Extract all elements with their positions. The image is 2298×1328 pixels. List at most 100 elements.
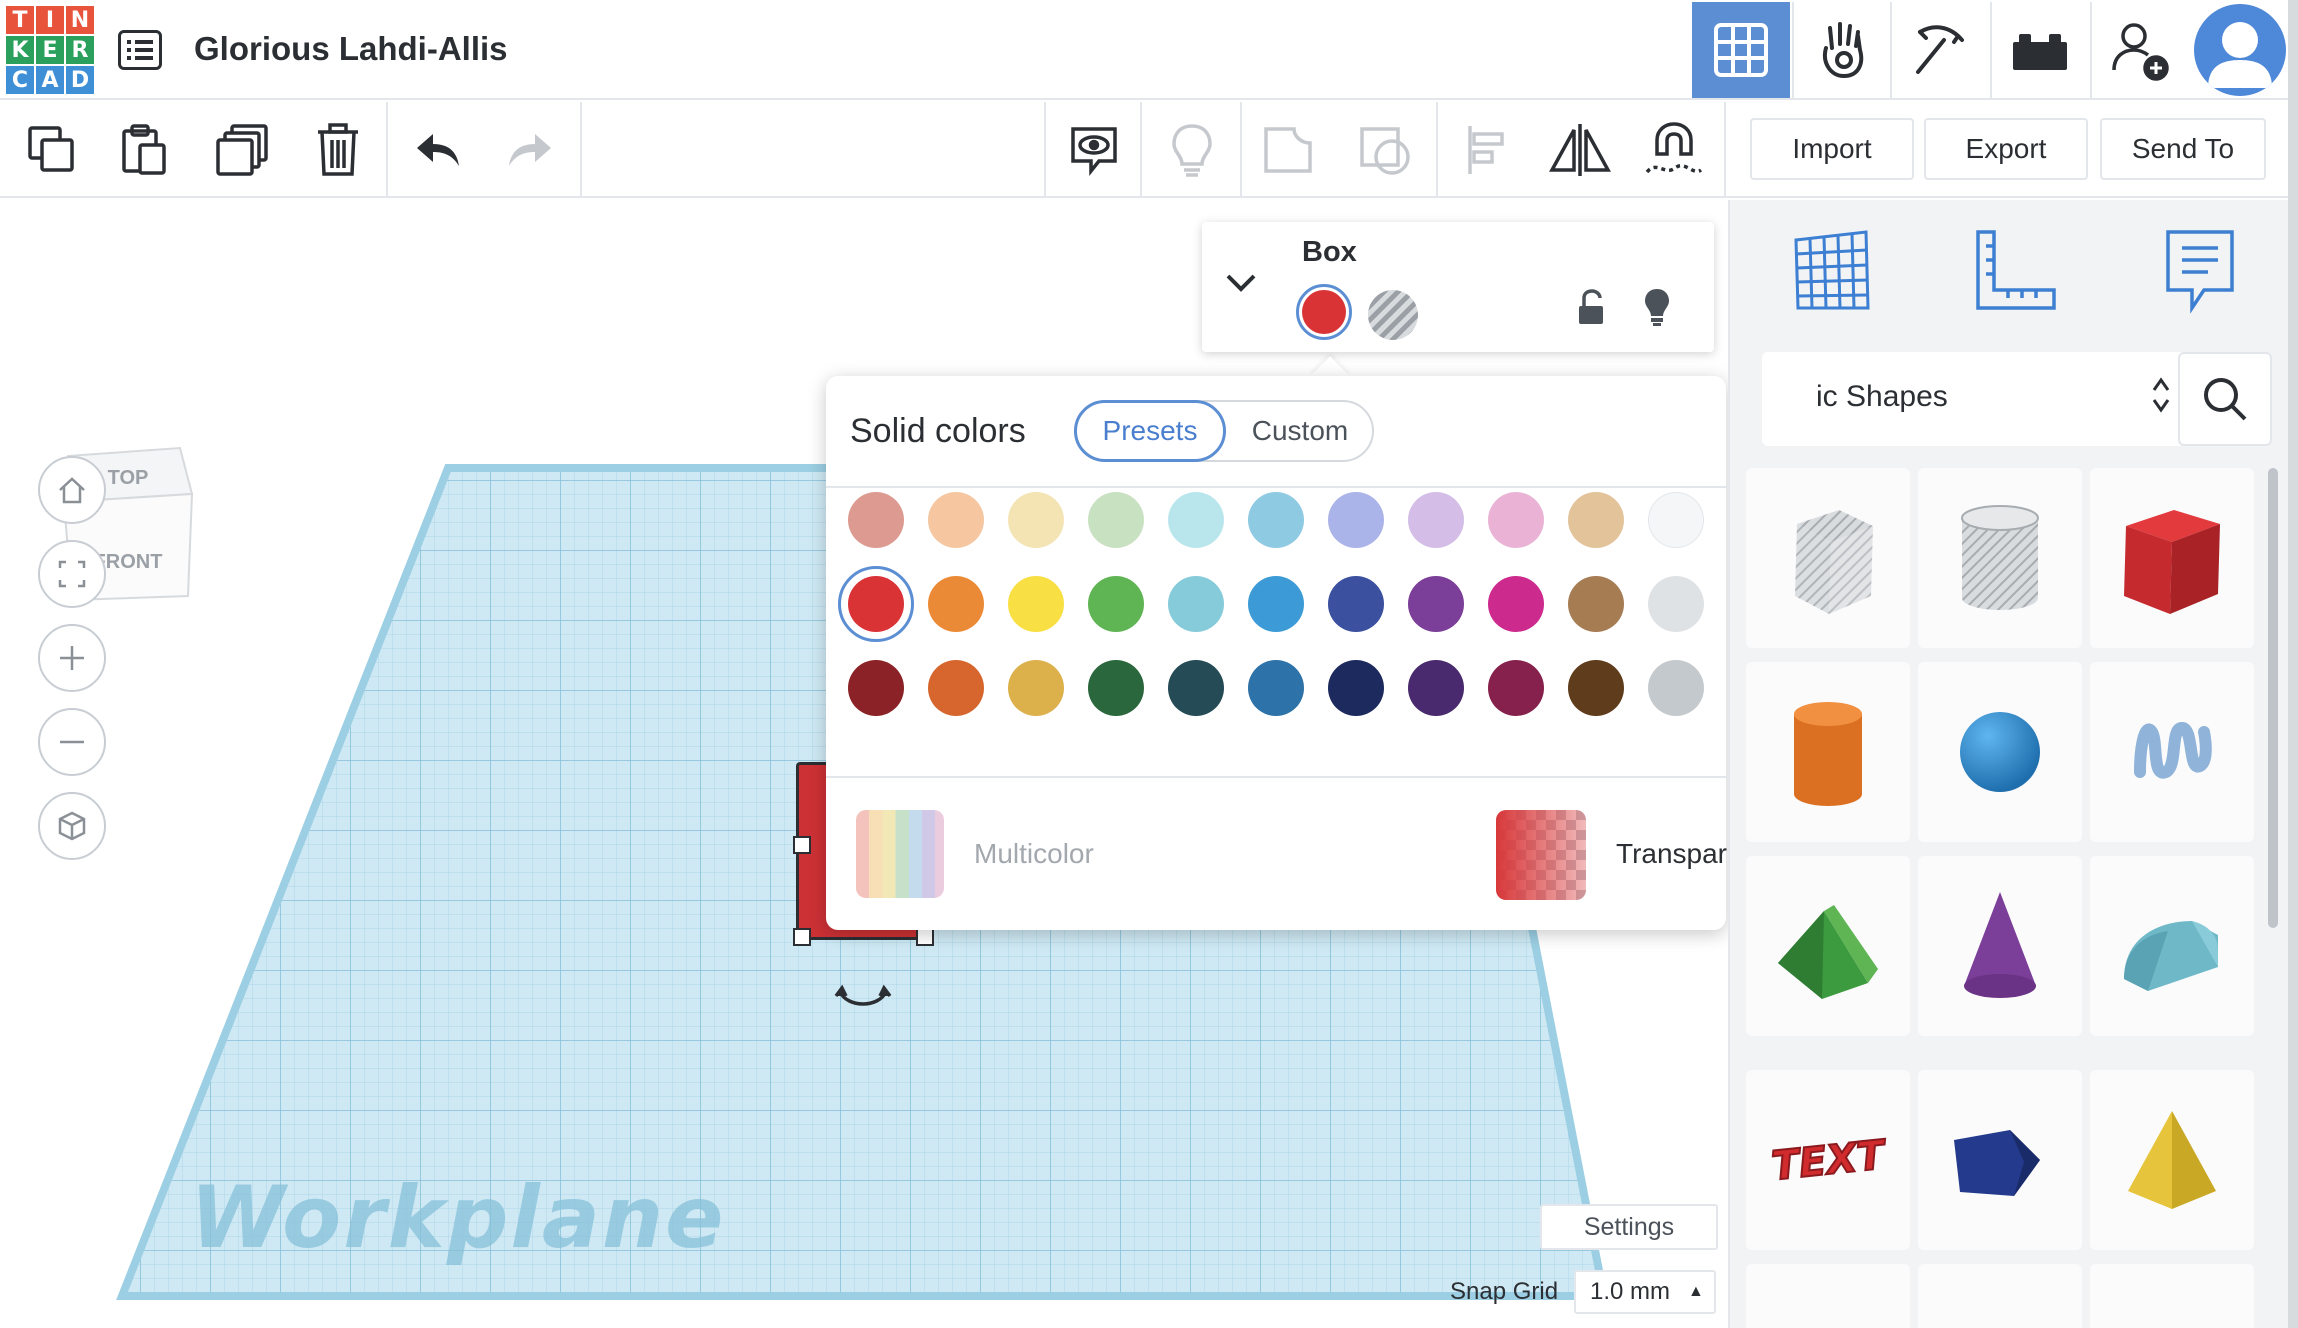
- transparent-swatch[interactable]: [1496, 810, 1586, 900]
- color-swatch[interactable]: [1568, 576, 1624, 632]
- cone-shape[interactable]: [1918, 856, 2082, 1036]
- color-swatch[interactable]: [848, 660, 904, 716]
- popup-divider: [826, 776, 1726, 778]
- color-swatch[interactable]: [1088, 576, 1144, 632]
- color-swatch[interactable]: [848, 576, 904, 632]
- visibility-bulb-icon[interactable]: [1642, 286, 1672, 328]
- color-swatch[interactable]: [1328, 492, 1384, 548]
- hole-button[interactable]: [1368, 290, 1418, 340]
- notes-icon[interactable]: [1048, 102, 1140, 198]
- duplicate-icon[interactable]: [196, 102, 288, 198]
- color-swatch[interactable]: [1648, 660, 1704, 716]
- solid-color-button[interactable]: [1296, 284, 1352, 340]
- resize-handle[interactable]: [916, 928, 934, 946]
- sphere-shape[interactable]: [1918, 662, 2082, 842]
- roof-shape[interactable]: [1746, 856, 1910, 1036]
- toolbar-divider: [1724, 102, 1726, 198]
- home-view-icon[interactable]: [38, 456, 106, 524]
- scribble-shape[interactable]: [2090, 662, 2254, 842]
- color-swatch[interactable]: [1008, 576, 1064, 632]
- cylinder-hole-shape[interactable]: [1918, 468, 2082, 648]
- panel-scrollbar[interactable]: [2268, 468, 2278, 928]
- paste-icon[interactable]: [98, 102, 190, 198]
- shape-tile[interactable]: [1918, 1264, 2082, 1328]
- circuits-hand-icon[interactable]: [1792, 2, 1890, 98]
- user-avatar[interactable]: [2194, 4, 2286, 96]
- shape-tile[interactable]: [1746, 1264, 1910, 1328]
- box-hole-shape[interactable]: [1746, 468, 1910, 648]
- color-swatch[interactable]: [1488, 660, 1544, 716]
- color-swatch[interactable]: [1408, 492, 1464, 548]
- color-swatch[interactable]: [848, 492, 904, 548]
- color-swatch[interactable]: [928, 660, 984, 716]
- snap-grid-value: 1.0 mm: [1590, 1278, 1671, 1305]
- collapse-chevron-icon[interactable]: [1224, 272, 1258, 294]
- cylinder-shape[interactable]: [1746, 662, 1910, 842]
- color-swatch[interactable]: [1248, 576, 1304, 632]
- color-swatch[interactable]: [1568, 660, 1624, 716]
- undo-icon[interactable]: [392, 102, 484, 198]
- polygon-shape[interactable]: [1918, 1070, 2082, 1250]
- lock-icon[interactable]: [1576, 288, 1606, 328]
- design-title[interactable]: Glorious Lahdi-Allis: [194, 30, 508, 68]
- resize-handle[interactable]: [793, 836, 811, 854]
- color-swatch[interactable]: [1008, 492, 1064, 548]
- round-roof-shape[interactable]: [2090, 856, 2254, 1036]
- color-swatch[interactable]: [1248, 660, 1304, 716]
- color-swatch[interactable]: [1328, 660, 1384, 716]
- add-user-icon[interactable]: [2090, 2, 2188, 98]
- redo-icon[interactable]: [484, 102, 576, 198]
- send-to-button[interactable]: Send To: [2100, 118, 2266, 180]
- color-swatch[interactable]: [1168, 660, 1224, 716]
- fit-view-icon[interactable]: [38, 540, 106, 608]
- color-swatch[interactable]: [1488, 492, 1544, 548]
- color-swatch[interactable]: [928, 576, 984, 632]
- color-swatch[interactable]: [1648, 492, 1704, 548]
- toolbar-divider: [1240, 102, 1242, 198]
- top-bar: TIN KER CAD Glorious Lahdi-Allis: [0, 0, 2298, 100]
- color-swatch[interactable]: [1488, 576, 1544, 632]
- ortho-view-icon[interactable]: [38, 792, 106, 860]
- zoom-in-icon[interactable]: [38, 624, 106, 692]
- color-swatch[interactable]: [928, 492, 984, 548]
- color-swatch[interactable]: [1328, 576, 1384, 632]
- color-swatch[interactable]: [1168, 576, 1224, 632]
- import-button[interactable]: Import: [1750, 118, 1914, 180]
- codeblocks-pickaxe-icon[interactable]: [1890, 2, 1988, 98]
- tinkercad-logo[interactable]: TIN KER CAD: [6, 6, 94, 94]
- export-button[interactable]: Export: [1924, 118, 2088, 180]
- color-swatch[interactable]: [1648, 576, 1704, 632]
- 3d-design-grid-icon[interactable]: [1692, 2, 1790, 98]
- show-all-icon[interactable]: [1146, 102, 1238, 198]
- shape-tile[interactable]: [2090, 1264, 2254, 1328]
- bricks-icon[interactable]: [1990, 2, 2088, 98]
- color-swatch[interactable]: [1248, 492, 1304, 548]
- ungroup-icon[interactable]: [1340, 102, 1432, 198]
- group-icon[interactable]: [1244, 102, 1336, 198]
- delete-icon[interactable]: [292, 102, 384, 198]
- shape-name[interactable]: Box: [1302, 236, 1357, 269]
- text-shape[interactable]: TEXT: [1746, 1070, 1910, 1250]
- workplane-label: Workplane: [190, 1168, 726, 1268]
- mirror-icon[interactable]: [1534, 102, 1626, 198]
- rotate-handle-icon[interactable]: [834, 984, 892, 1014]
- resize-handle[interactable]: [793, 928, 811, 946]
- settings-button[interactable]: Settings: [1540, 1204, 1718, 1250]
- snap-grid-select[interactable]: 1.0 mm ▲: [1574, 1270, 1716, 1314]
- zoom-out-icon[interactable]: [38, 708, 106, 776]
- edit-toolbar: Import Export Send To: [0, 102, 2298, 198]
- color-swatch[interactable]: [1008, 660, 1064, 716]
- color-swatch[interactable]: [1408, 660, 1464, 716]
- cruise-magnet-icon[interactable]: [1628, 102, 1720, 198]
- box-shape[interactable]: [2090, 468, 2254, 648]
- align-icon[interactable]: [1440, 102, 1532, 198]
- color-swatch[interactable]: [1568, 492, 1624, 548]
- color-swatch[interactable]: [1408, 576, 1464, 632]
- color-swatch[interactable]: [1088, 492, 1144, 548]
- toolbar-divider: [1436, 102, 1438, 198]
- color-swatch[interactable]: [1168, 492, 1224, 548]
- design-list-icon[interactable]: [118, 30, 162, 70]
- pyramid-shape[interactable]: [2090, 1070, 2254, 1250]
- copy-icon[interactable]: [6, 102, 98, 198]
- color-swatch[interactable]: [1088, 660, 1144, 716]
